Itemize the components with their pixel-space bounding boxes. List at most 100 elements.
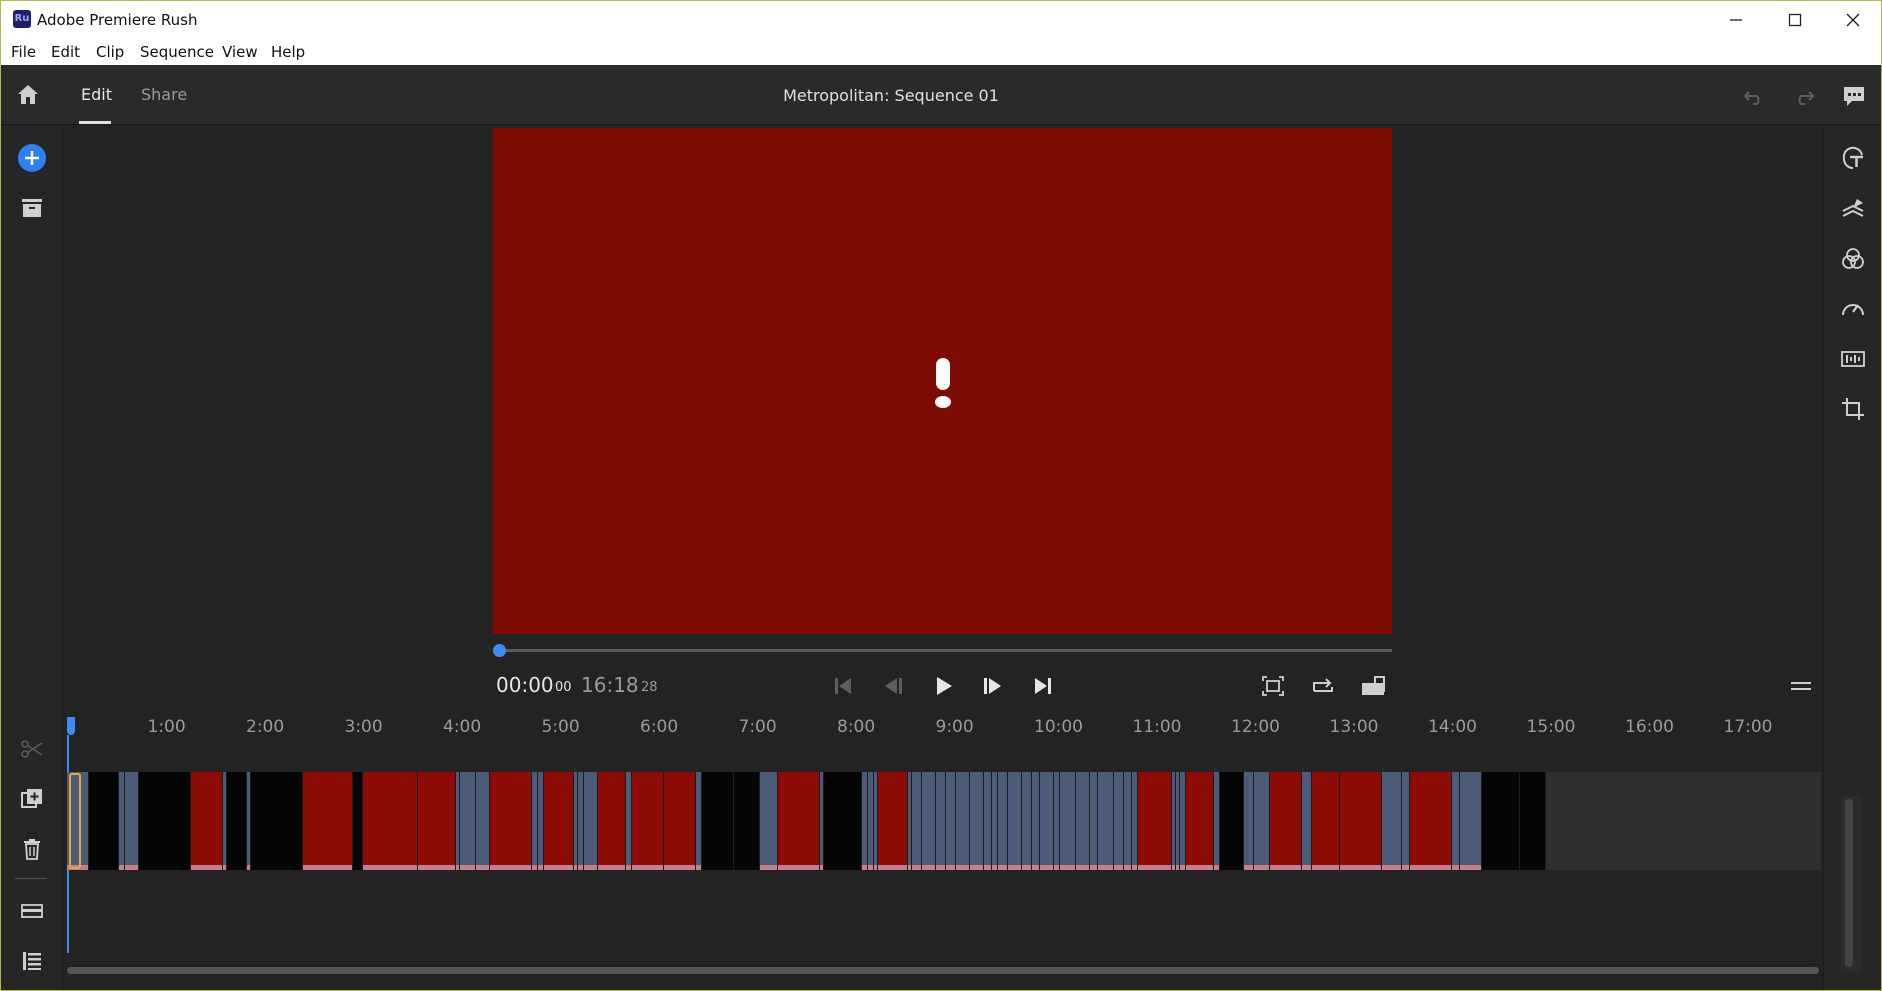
timeline-clip[interactable] bbox=[251, 772, 303, 870]
timeline-clip[interactable] bbox=[946, 772, 956, 870]
add-media-button[interactable] bbox=[17, 143, 47, 173]
timeline-clip[interactable] bbox=[490, 772, 532, 870]
timeline-clip[interactable] bbox=[912, 772, 922, 870]
menu-file[interactable]: File bbox=[11, 43, 36, 61]
duplicate-button[interactable] bbox=[17, 784, 47, 814]
go-to-start-button[interactable] bbox=[829, 673, 857, 699]
timeline-clip[interactable] bbox=[1138, 772, 1172, 870]
timeline-clip[interactable] bbox=[1482, 772, 1520, 870]
preview-monitor[interactable] bbox=[493, 128, 1392, 634]
timeline-clip[interactable] bbox=[760, 772, 778, 870]
titles-button[interactable] bbox=[1838, 144, 1868, 174]
timeline-clip[interactable] bbox=[1244, 772, 1254, 870]
loop-button[interactable] bbox=[1309, 673, 1337, 699]
timeline-clip[interactable] bbox=[1402, 772, 1410, 870]
timeline-clip[interactable] bbox=[139, 772, 191, 870]
timeline-clip[interactable] bbox=[1098, 772, 1114, 870]
hamburger-menu-icon[interactable] bbox=[1789, 676, 1813, 696]
timeline-clip[interactable] bbox=[778, 772, 820, 870]
timeline-clip[interactable] bbox=[970, 772, 984, 870]
preview-scrubber[interactable] bbox=[493, 649, 1392, 652]
timeline-clip[interactable] bbox=[1302, 772, 1312, 870]
timeline-clip[interactable] bbox=[1410, 772, 1452, 870]
audio-button[interactable] bbox=[1838, 344, 1868, 374]
timeline-clip[interactable] bbox=[1076, 772, 1090, 870]
timeline-clip[interactable] bbox=[1340, 772, 1382, 870]
project-assets-button[interactable] bbox=[17, 193, 47, 223]
sequence-list-button[interactable] bbox=[17, 946, 47, 976]
timeline-clip[interactable] bbox=[1032, 772, 1040, 870]
step-forward-button[interactable] bbox=[979, 673, 1007, 699]
timeline-clip[interactable] bbox=[824, 772, 862, 870]
selected-clip-outline[interactable] bbox=[69, 773, 81, 869]
fit-frame-button[interactable] bbox=[1259, 673, 1287, 699]
timeline-clip[interactable] bbox=[1114, 772, 1124, 870]
menu-clip[interactable]: Clip bbox=[96, 43, 124, 61]
tab-edit[interactable]: Edit bbox=[81, 85, 112, 104]
scrubber-handle[interactable] bbox=[493, 644, 506, 657]
timeline-vertical-scroll-thumb[interactable] bbox=[1845, 799, 1853, 967]
timeline-clip[interactable] bbox=[956, 772, 970, 870]
timeline-clip[interactable] bbox=[125, 772, 139, 870]
timeline-clip[interactable] bbox=[303, 772, 353, 870]
timeline-clip[interactable] bbox=[418, 772, 456, 870]
timeline-clip[interactable] bbox=[598, 772, 626, 870]
delete-button[interactable] bbox=[17, 834, 47, 864]
timeline-clip[interactable] bbox=[584, 772, 598, 870]
playhead-handle[interactable] bbox=[67, 717, 75, 735]
timeline-clip[interactable] bbox=[1254, 772, 1270, 870]
timeline-clip[interactable] bbox=[1460, 772, 1482, 870]
redo-button[interactable] bbox=[1791, 83, 1817, 109]
timeline-clip[interactable] bbox=[998, 772, 1008, 870]
timeline-clip[interactable] bbox=[363, 772, 418, 870]
menu-help[interactable]: Help bbox=[271, 43, 305, 61]
timeline-clip[interactable] bbox=[1312, 772, 1340, 870]
timeline-clip[interactable] bbox=[984, 772, 992, 870]
timeline-clip[interactable] bbox=[1090, 772, 1098, 870]
timeline-clip[interactable] bbox=[1040, 772, 1054, 870]
step-back-button[interactable] bbox=[879, 673, 907, 699]
timeline-clip[interactable] bbox=[702, 772, 734, 870]
timeline-clip[interactable] bbox=[1060, 772, 1076, 870]
timeline-clip[interactable] bbox=[1220, 772, 1244, 870]
timeline-clip[interactable] bbox=[353, 772, 363, 870]
timeline-clip[interactable] bbox=[734, 772, 760, 870]
timeline-clip[interactable] bbox=[664, 772, 696, 870]
timeline-clip[interactable] bbox=[544, 772, 574, 870]
track-controls-button[interactable] bbox=[17, 896, 47, 926]
menu-view[interactable]: View bbox=[222, 43, 258, 61]
timeline-clip[interactable] bbox=[1382, 772, 1402, 870]
maximize-button[interactable] bbox=[1766, 1, 1824, 39]
timeline-clip[interactable] bbox=[1520, 772, 1546, 870]
timeline-clip[interactable] bbox=[1008, 772, 1022, 870]
transitions-button[interactable] bbox=[1838, 194, 1868, 224]
timeline-clip[interactable] bbox=[227, 772, 247, 870]
transform-button[interactable] bbox=[1838, 394, 1868, 424]
timeline-clip[interactable] bbox=[1124, 772, 1132, 870]
timeline-clip[interactable] bbox=[460, 772, 476, 870]
timeline-clip[interactable] bbox=[922, 772, 936, 870]
split-clip-button[interactable] bbox=[17, 734, 47, 764]
aspect-ratio-button[interactable] bbox=[1359, 673, 1387, 699]
timeline-horizontal-scrollbar[interactable] bbox=[67, 967, 1819, 974]
menu-edit[interactable]: Edit bbox=[51, 43, 80, 61]
timeline-clip[interactable] bbox=[476, 772, 490, 870]
timeline-clip[interactable] bbox=[878, 772, 908, 870]
go-to-end-button[interactable] bbox=[1029, 673, 1057, 699]
home-button[interactable] bbox=[15, 81, 41, 107]
feedback-button[interactable] bbox=[1841, 83, 1867, 109]
color-button[interactable] bbox=[1838, 244, 1868, 274]
timeline-clip[interactable] bbox=[936, 772, 946, 870]
play-button[interactable] bbox=[929, 673, 957, 699]
timeline-clip[interactable] bbox=[1452, 772, 1460, 870]
timeline-clip[interactable] bbox=[89, 772, 119, 870]
timeline-clip[interactable] bbox=[1186, 772, 1214, 870]
timeline-clip[interactable] bbox=[1022, 772, 1032, 870]
undo-button[interactable] bbox=[1741, 83, 1767, 109]
menu-sequence[interactable]: Sequence bbox=[140, 43, 214, 61]
timeline-clip[interactable] bbox=[1270, 772, 1302, 870]
timeline-ruler[interactable]: 1:00 2:00 3:00 4:00 5:00 6:00 7:00 8:00 9:00 10:0… bbox=[67, 713, 1821, 743]
minimize-button[interactable] bbox=[1707, 1, 1765, 39]
tab-share[interactable]: Share bbox=[141, 85, 187, 104]
timeline-clip[interactable] bbox=[632, 772, 664, 870]
